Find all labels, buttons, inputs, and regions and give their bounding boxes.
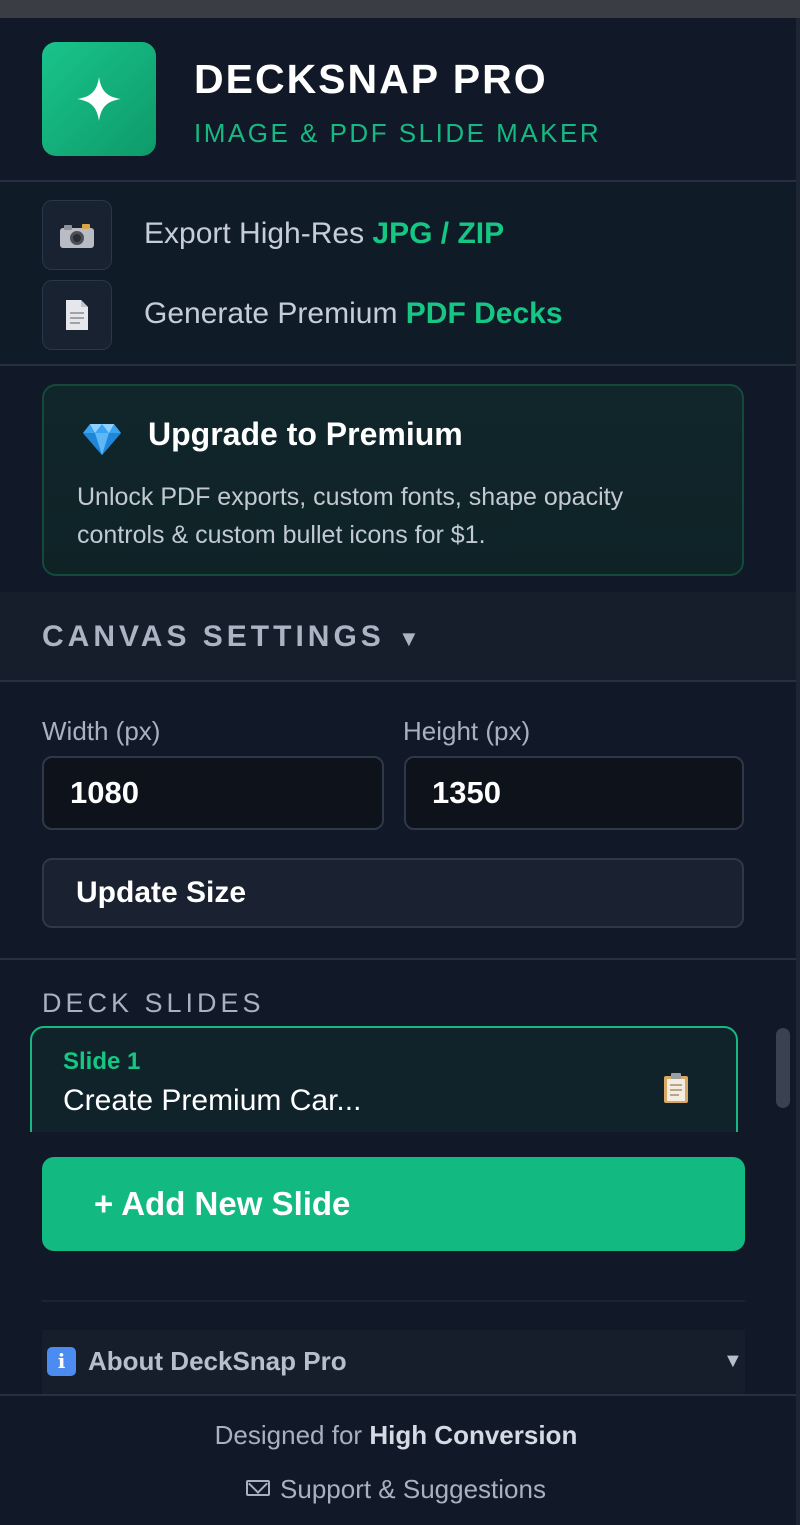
footer: Designed for High Conversion Support & S… <box>0 1394 796 1525</box>
support-label: Support & Suggestions <box>280 1474 546 1504</box>
sparkle-icon <box>77 77 121 121</box>
feature-text: Export High-Res JPG / ZIP <box>144 217 505 250</box>
slide-title: Create Premium Car... <box>63 1084 362 1117</box>
footer-tagline-strong: High Conversion <box>369 1420 578 1450</box>
premium-title: Upgrade to Premium <box>148 416 463 452</box>
upgrade-premium-card[interactable]: Upgrade to Premium Unlock PDF exports, c… <box>42 384 744 576</box>
height-input[interactable]: 1350 <box>404 756 744 830</box>
feature-export-jpg: Export High-Res JPG / ZIP <box>42 200 762 270</box>
footer-tagline: Designed for High Conversion <box>214 1420 578 1450</box>
feature-text: Generate Premium PDF Decks <box>144 297 563 330</box>
slide-number: Slide 1 <box>63 1048 141 1075</box>
panel-edge <box>796 18 800 1525</box>
scrollbar-thumb[interactable] <box>776 1028 790 1108</box>
divider <box>42 1300 745 1302</box>
canvas-settings-toggle[interactable]: CANVAS SETTINGS ▼ <box>0 592 796 682</box>
app-subtitle: IMAGE & PDF SLIDE MAKER <box>194 118 602 148</box>
width-label: Width (px) <box>42 716 161 746</box>
width-input[interactable]: 1080 <box>42 756 384 830</box>
slide-list-scrollbar[interactable] <box>774 1026 792 1132</box>
chevron-down-icon: ▼ <box>398 626 420 651</box>
document-icon <box>42 280 112 350</box>
about-toggle[interactable]: i About DeckSnap Pro ▼ <box>42 1330 745 1394</box>
feature-generate-pdf: Generate Premium PDF Decks <box>42 280 762 350</box>
feature-list: Export High-Res JPG / ZIP Generate Premi… <box>0 184 796 366</box>
height-label: Height (px) <box>403 716 531 746</box>
sidebar-panel: DECKSNAP PRO IMAGE & PDF SLIDE MAKER Exp… <box>0 18 796 1525</box>
support-link[interactable]: Support & Suggestions <box>0 1474 792 1505</box>
update-size-button[interactable]: Update Size <box>42 858 744 928</box>
feature-highlight: JPG / ZIP <box>372 217 505 250</box>
feature-highlight: PDF Decks <box>405 297 563 330</box>
app-title: DECKSNAP PRO <box>194 56 548 102</box>
app-logo <box>42 42 156 156</box>
divider <box>0 958 796 960</box>
mail-icon <box>246 1480 271 1496</box>
camera-icon <box>42 200 112 270</box>
slide-list: Slide 1 Create Premium Car... <box>30 1026 770 1132</box>
diamond-icon <box>83 424 121 455</box>
add-new-slide-button[interactable]: + Add New Slide <box>42 1157 745 1251</box>
info-icon: i <box>47 1347 76 1376</box>
premium-description: Unlock PDF exports, custom fonts, shape … <box>77 483 624 549</box>
canvas-settings-label: CANVAS SETTINGS <box>42 620 385 653</box>
window-top-bar <box>0 0 800 18</box>
chevron-down-icon: ▼ <box>723 1350 743 1372</box>
app-header: DECKSNAP PRO IMAGE & PDF SLIDE MAKER <box>0 18 796 182</box>
deck-slides-label: DECK SLIDES <box>42 988 265 1018</box>
about-label: About DeckSnap Pro <box>88 1346 347 1376</box>
slide-card[interactable]: Slide 1 Create Premium Car... <box>30 1026 738 1132</box>
clipboard-icon[interactable] <box>662 1072 690 1104</box>
